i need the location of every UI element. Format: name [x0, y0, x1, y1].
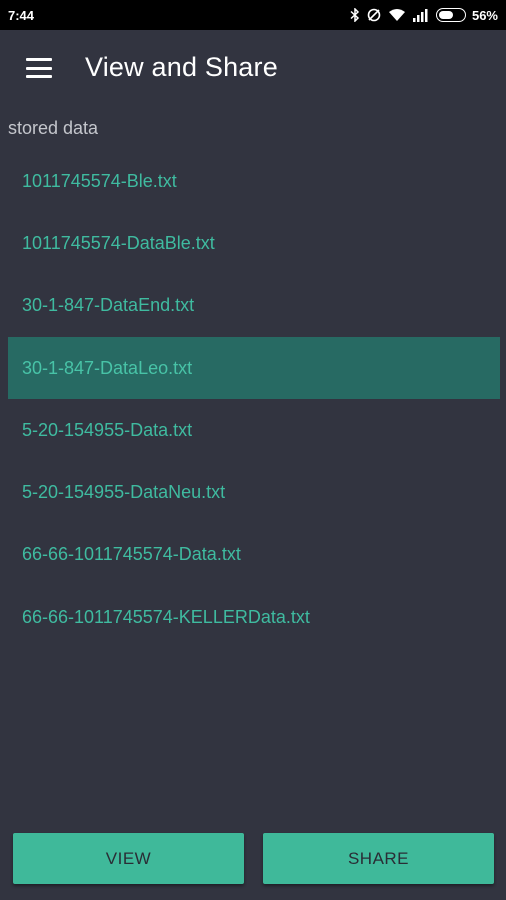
menu-icon-line: [26, 58, 52, 61]
file-list-item[interactable]: 1011745574-DataBle.txt: [8, 212, 500, 274]
file-list-item[interactable]: 1011745574-Ble.txt: [8, 150, 500, 212]
file-list-item[interactable]: 66-66-1011745574-Data.txt: [8, 524, 500, 586]
status-time: 7:44: [8, 7, 35, 23]
section-label: stored data: [8, 118, 99, 138]
wifi-icon: [388, 9, 405, 21]
view-button[interactable]: VIEW: [13, 833, 244, 884]
data-saver-icon: [367, 8, 381, 22]
menu-icon[interactable]: [26, 58, 52, 78]
file-list-item[interactable]: 5-20-154955-Data.txt: [8, 399, 500, 461]
menu-icon-line: [26, 66, 52, 70]
file-list-item-selected[interactable]: 30-1-847-DataLeo.txt: [8, 336, 500, 400]
signal-icon: [412, 9, 428, 22]
status-icons: 56%: [350, 7, 498, 23]
menu-icon-line: [26, 75, 52, 78]
status-bar: 7:44 56%: [0, 0, 506, 30]
app-bar: View and Share: [0, 30, 506, 108]
share-button[interactable]: SHARE: [263, 833, 494, 884]
bluetooth-icon: [350, 8, 360, 22]
battery-icon: [435, 8, 466, 22]
file-list-item[interactable]: 5-20-154955-DataNeu.txt: [8, 461, 500, 523]
file-list-item[interactable]: 30-1-847-DataEnd.txt: [8, 275, 500, 337]
file-list-item[interactable]: 66-66-1011745574-KELLERData.txt: [8, 586, 500, 648]
battery-level: 56%: [471, 7, 498, 23]
page-title: View and Share: [85, 52, 278, 82]
file-list: 1011745574-Ble.txt 1011745574-DataBle.tx…: [8, 150, 500, 648]
